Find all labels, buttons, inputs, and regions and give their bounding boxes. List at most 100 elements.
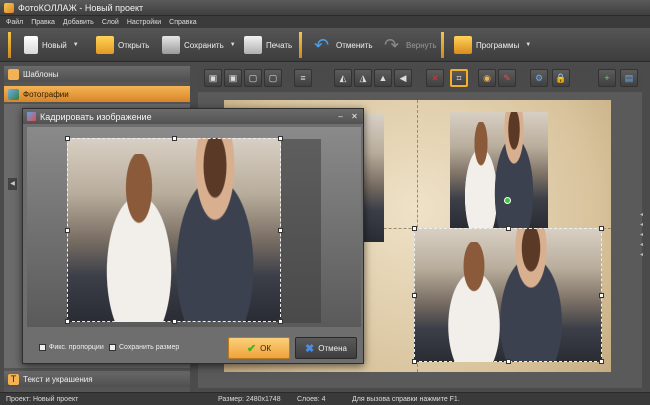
- undo-icon: ↶: [314, 35, 330, 55]
- resize-handle[interactable]: [412, 359, 417, 364]
- checkbox-box[interactable]: [109, 344, 116, 351]
- toolbar-separator: [441, 32, 444, 58]
- flip-right-icon[interactable]: ◮: [354, 69, 372, 87]
- checkmark-icon: ✔: [246, 342, 257, 355]
- lock-icon[interactable]: 🔒: [552, 69, 570, 87]
- cancel-button[interactable]: ✖ Отмена: [295, 337, 357, 359]
- menu-settings[interactable]: Настройки: [127, 19, 161, 26]
- dialog-title: Кадрировать изображение: [40, 111, 152, 122]
- collapse-arrows-icon[interactable]: ◂ ◂ ◂ ◂ ◂: [640, 210, 648, 270]
- open-button[interactable]: Открыть: [96, 32, 149, 58]
- folder-icon: [96, 36, 114, 54]
- photo-subject: [486, 112, 542, 228]
- minimize-icon[interactable]: –: [335, 111, 346, 122]
- menu-file[interactable]: Файл: [6, 19, 23, 26]
- bring-to-front-icon[interactable]: ▣: [224, 69, 242, 87]
- templates-label: Шаблоны: [23, 69, 59, 79]
- crop-handle[interactable]: [278, 319, 283, 324]
- close-icon[interactable]: ✕: [349, 111, 360, 122]
- mirror-horizontal-icon[interactable]: ▲: [374, 69, 392, 87]
- flip-left-icon[interactable]: ◭: [334, 69, 352, 87]
- cropped-out-region: [281, 139, 321, 323]
- print-button[interactable]: Печать: [244, 32, 292, 58]
- menu-bar: Файл Правка Добавить Слой Настройки Спра…: [0, 16, 650, 28]
- programs-label: Программы: [476, 40, 520, 50]
- resize-handle[interactable]: [412, 226, 417, 231]
- resize-handle[interactable]: [506, 226, 511, 231]
- resize-handle[interactable]: [599, 359, 604, 364]
- keep-size-checkbox[interactable]: Сохранить размер: [109, 344, 179, 351]
- app-icon: [4, 2, 14, 13]
- printer-icon: [244, 36, 262, 54]
- keep-ratio-checkbox[interactable]: Фикс. пропорции: [39, 344, 104, 351]
- crop-icon[interactable]: ⌗: [450, 69, 468, 87]
- add-page-icon[interactable]: +: [598, 69, 616, 87]
- templates-panel-header[interactable]: Шаблоны: [4, 66, 190, 82]
- redo-button[interactable]: ↷ Вернуть: [384, 32, 436, 58]
- crop-handle[interactable]: [65, 228, 70, 233]
- chevron-down-icon[interactable]: ▼: [230, 42, 236, 48]
- rotate-handle[interactable]: [504, 197, 511, 204]
- star-icon: [8, 68, 19, 80]
- new-button[interactable]: Новый ▼: [24, 32, 79, 58]
- menu-layer[interactable]: Слой: [102, 19, 119, 26]
- resize-handle[interactable]: [599, 293, 604, 298]
- photos-label: Фотографии: [23, 89, 69, 99]
- selection-frame: [412, 226, 604, 364]
- window-title: ФотоКОЛЛАЖ - Новый проект: [18, 2, 144, 13]
- send-backward-icon[interactable]: ▢: [244, 69, 262, 87]
- resize-handle[interactable]: [599, 226, 604, 231]
- mirror-vertical-icon[interactable]: ◀: [394, 69, 412, 87]
- programs-button[interactable]: Программы ▼: [454, 32, 531, 58]
- crop-handle[interactable]: [172, 136, 177, 141]
- magic-wand-icon[interactable]: ✎: [498, 69, 516, 87]
- effects-icon[interactable]: ◉: [478, 69, 496, 87]
- align-icon[interactable]: ≡: [294, 69, 312, 87]
- menu-edit[interactable]: Правка: [31, 19, 55, 26]
- photo-icon: [8, 88, 19, 100]
- text-label: Текст и украшения: [23, 374, 93, 384]
- text-panel-header[interactable]: T Текст и украшения: [4, 371, 190, 387]
- checkbox-box[interactable]: [39, 344, 46, 351]
- ok-button[interactable]: ✔ ОК: [228, 337, 290, 359]
- edit-toolbar: ▣ ▣ ▢ ▢ ≡ ◭ ◮ ▲ ◀ ✕ ⌗ ◉ ✎ ⚙ 🔒 + ▤: [198, 66, 642, 90]
- save-button[interactable]: Сохранить ▼: [162, 32, 236, 58]
- crop-handle[interactable]: [278, 136, 283, 141]
- status-bar: Проект: Новый проект Размер: 2480x1748 С…: [0, 392, 650, 405]
- gear-icon[interactable]: ⚙: [530, 69, 548, 87]
- status-help: Для вызова справки нажмите F1.: [352, 395, 460, 403]
- crop-dialog-icon: [27, 112, 36, 121]
- bring-forward-icon[interactable]: ▣: [204, 69, 222, 87]
- cancel-label: Отмена: [318, 343, 347, 353]
- menu-help[interactable]: Справка: [169, 19, 196, 26]
- redo-icon: ↷: [384, 35, 400, 55]
- status-project: Проект: Новый проект: [6, 395, 79, 403]
- resize-handle[interactable]: [412, 293, 417, 298]
- undo-button[interactable]: ↶ Отменить: [314, 32, 373, 58]
- ok-label: ОК: [260, 343, 272, 353]
- delete-icon[interactable]: ✕: [426, 69, 444, 87]
- photos-panel-header[interactable]: Фотографии: [4, 86, 190, 102]
- cancel-x-icon: ✖: [305, 342, 315, 355]
- page-settings-icon[interactable]: ▤: [620, 69, 638, 87]
- save-label: Сохранить: [184, 40, 224, 50]
- collage-photo[interactable]: [450, 112, 548, 228]
- crop-handle[interactable]: [278, 228, 283, 233]
- send-to-back-icon[interactable]: ▢: [264, 69, 282, 87]
- crop-handle[interactable]: [65, 319, 70, 324]
- main-toolbar: Новый ▼ Открыть Сохранить ▼ Печать ↶ Отм…: [0, 28, 650, 62]
- crop-handle[interactable]: [65, 136, 70, 141]
- resize-handle[interactable]: [506, 359, 511, 364]
- dialog-title-bar: Кадрировать изображение – ✕: [23, 109, 363, 124]
- crop-frame[interactable]: [65, 136, 283, 324]
- status-layers: Слоев: 4: [297, 395, 326, 403]
- keep-size-label: Сохранить размер: [119, 344, 180, 351]
- crop-preview-area[interactable]: [27, 127, 361, 327]
- chevron-down-icon[interactable]: ▼: [73, 42, 79, 48]
- gift-icon: [454, 36, 472, 54]
- scroll-left-icon[interactable]: ◀: [8, 178, 17, 190]
- crop-handle[interactable]: [172, 319, 177, 324]
- chevron-down-icon[interactable]: ▼: [525, 42, 531, 48]
- menu-add[interactable]: Добавить: [63, 19, 94, 26]
- print-label: Печать: [266, 40, 293, 50]
